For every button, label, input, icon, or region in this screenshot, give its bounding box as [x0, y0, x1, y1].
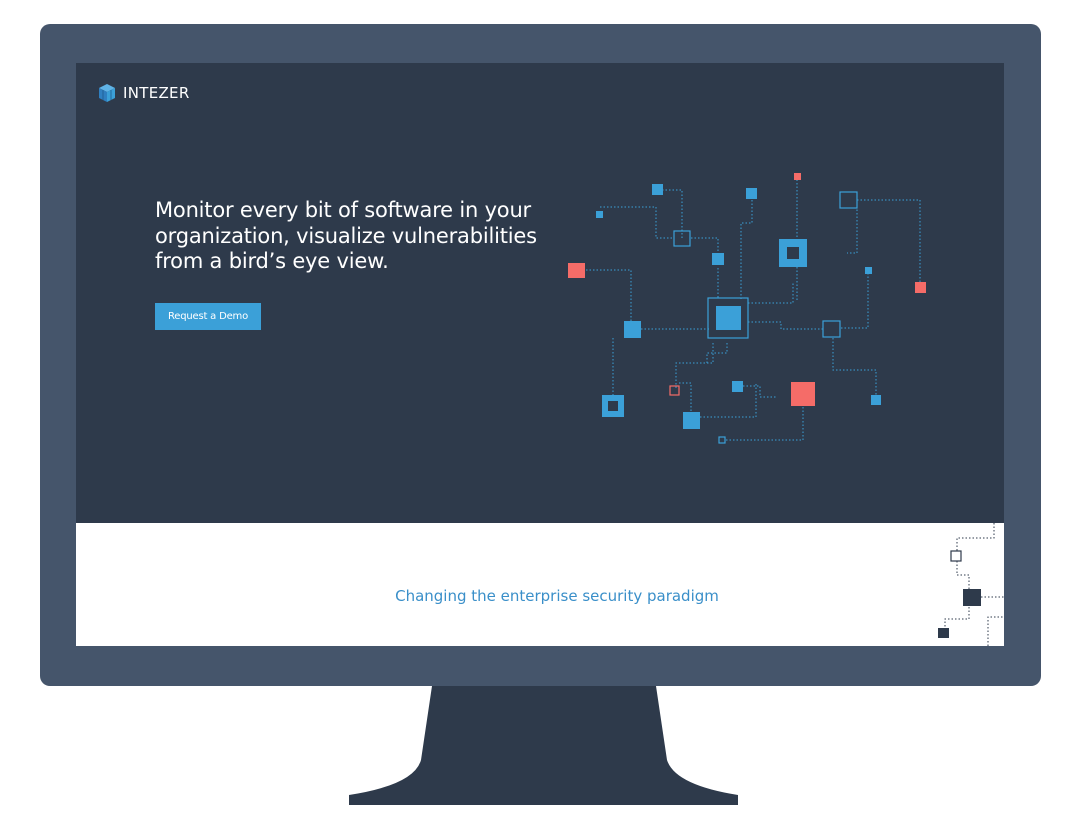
lower-section: Changing the enterprise security paradig…: [76, 523, 1004, 646]
tagline-text: Changing the enterprise security paradig…: [395, 587, 719, 605]
website-screen: INTEZER Monitor every bit of software in…: [76, 63, 1004, 646]
lower-decoration: [938, 523, 1004, 646]
hero-section: INTEZER Monitor every bit of software in…: [76, 63, 1004, 523]
network-illustration: [568, 173, 926, 444]
